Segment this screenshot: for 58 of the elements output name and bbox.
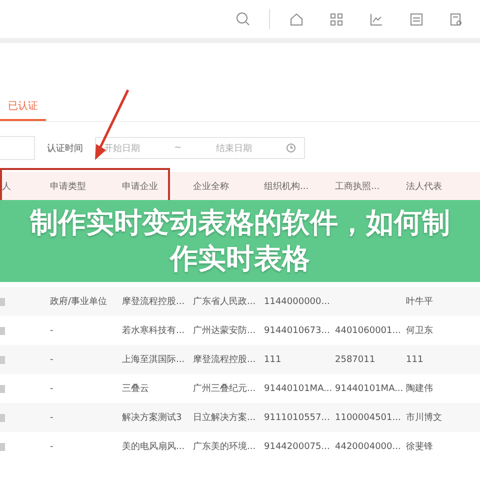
table-cell-text: 4420004000... bbox=[334, 442, 402, 452]
end-date-placeholder: 结束日期 bbox=[216, 142, 252, 154]
cell-block bbox=[0, 356, 5, 364]
table-cell-text: - bbox=[49, 412, 54, 422]
date-range-field[interactable]: 开始日期 ~ 结束日期 bbox=[95, 137, 305, 159]
table-cell-text: - bbox=[49, 442, 54, 452]
cell-block bbox=[0, 326, 5, 334]
table-cell-text: 2587011 bbox=[334, 354, 376, 364]
table-cell-text: 日立解决方案... bbox=[192, 411, 257, 424]
column-header: 人 bbox=[1, 180, 12, 192]
table-cell-text: 陶建伟 bbox=[405, 382, 434, 395]
table-cell-text: 广州三叠纪元... bbox=[192, 382, 257, 395]
table-cell-text: 徐斐锋 bbox=[405, 440, 434, 453]
field-label: 认证时间 bbox=[47, 142, 83, 154]
range-separator: ~ bbox=[174, 143, 182, 153]
banner-title: 制作实时变动表格的软件，如何制作实时表格 bbox=[30, 204, 450, 277]
table-cell-text: 4401060001... bbox=[334, 326, 402, 336]
table-cell-text: - bbox=[49, 384, 54, 394]
table-cell-text: 9111010557... bbox=[263, 412, 331, 422]
table-cell-text: - bbox=[49, 354, 54, 364]
table-cell-text: 何卫东 bbox=[405, 324, 434, 337]
table-cell-text: 111 bbox=[405, 354, 424, 364]
column-header: 申请类型 bbox=[49, 180, 87, 192]
table-cell-text: 91440101MA... bbox=[334, 384, 404, 394]
table-cell-text: 广东省人民政... bbox=[192, 296, 257, 308]
table-cell-text: 若水寒科技有... bbox=[121, 324, 186, 337]
table-cell-text: 广州达蒙安防... bbox=[192, 324, 257, 337]
start-date-placeholder: 开始日期 bbox=[104, 142, 140, 154]
table-cell-text: 解决方案测试3 bbox=[121, 411, 183, 424]
column-header: 企业全称 bbox=[192, 180, 230, 192]
table-cell-text: 叶牛平 bbox=[405, 296, 434, 308]
arrow-icon bbox=[92, 88, 132, 162]
table-cell-text: 1144000000... bbox=[263, 296, 331, 306]
table-cell-text: - bbox=[49, 326, 54, 336]
table-cell-text: 市川博文 bbox=[405, 412, 443, 424]
column-header: 工商执照... bbox=[334, 180, 381, 192]
column-header: 申请企业 bbox=[121, 180, 159, 192]
cell-block bbox=[0, 414, 5, 422]
table-cell-text: 三叠云 bbox=[121, 382, 150, 395]
table-cell-text: 摩登流程控股... bbox=[192, 354, 257, 366]
table-cell-text: 91440101MA... bbox=[263, 384, 333, 394]
clock-icon bbox=[286, 143, 296, 153]
table-cell-text: 1100004501... bbox=[334, 412, 402, 422]
column-header: 法人代表 bbox=[405, 180, 443, 192]
tab[interactable]: 已认证 bbox=[0, 95, 46, 121]
table-cell-text: 摩登流程控股... bbox=[121, 296, 186, 308]
table-cell-text: 广东美的环境... bbox=[192, 440, 257, 453]
input-field[interactable] bbox=[0, 136, 35, 160]
column-header: 组织机构... bbox=[263, 180, 310, 192]
table-cell-text: 政府/事业单位 bbox=[49, 296, 108, 308]
cell-block bbox=[0, 384, 5, 392]
table-cell-text: 上海至淇国际... bbox=[121, 354, 186, 366]
table-cell-text: 111 bbox=[263, 354, 282, 364]
table-cell-text: 9144200075... bbox=[263, 442, 331, 452]
cell-block bbox=[0, 442, 5, 450]
table-cell-text: 美的电风扇风... bbox=[121, 440, 186, 453]
table-cell-text: 9144010673... bbox=[263, 326, 331, 336]
cell-block bbox=[0, 298, 5, 306]
